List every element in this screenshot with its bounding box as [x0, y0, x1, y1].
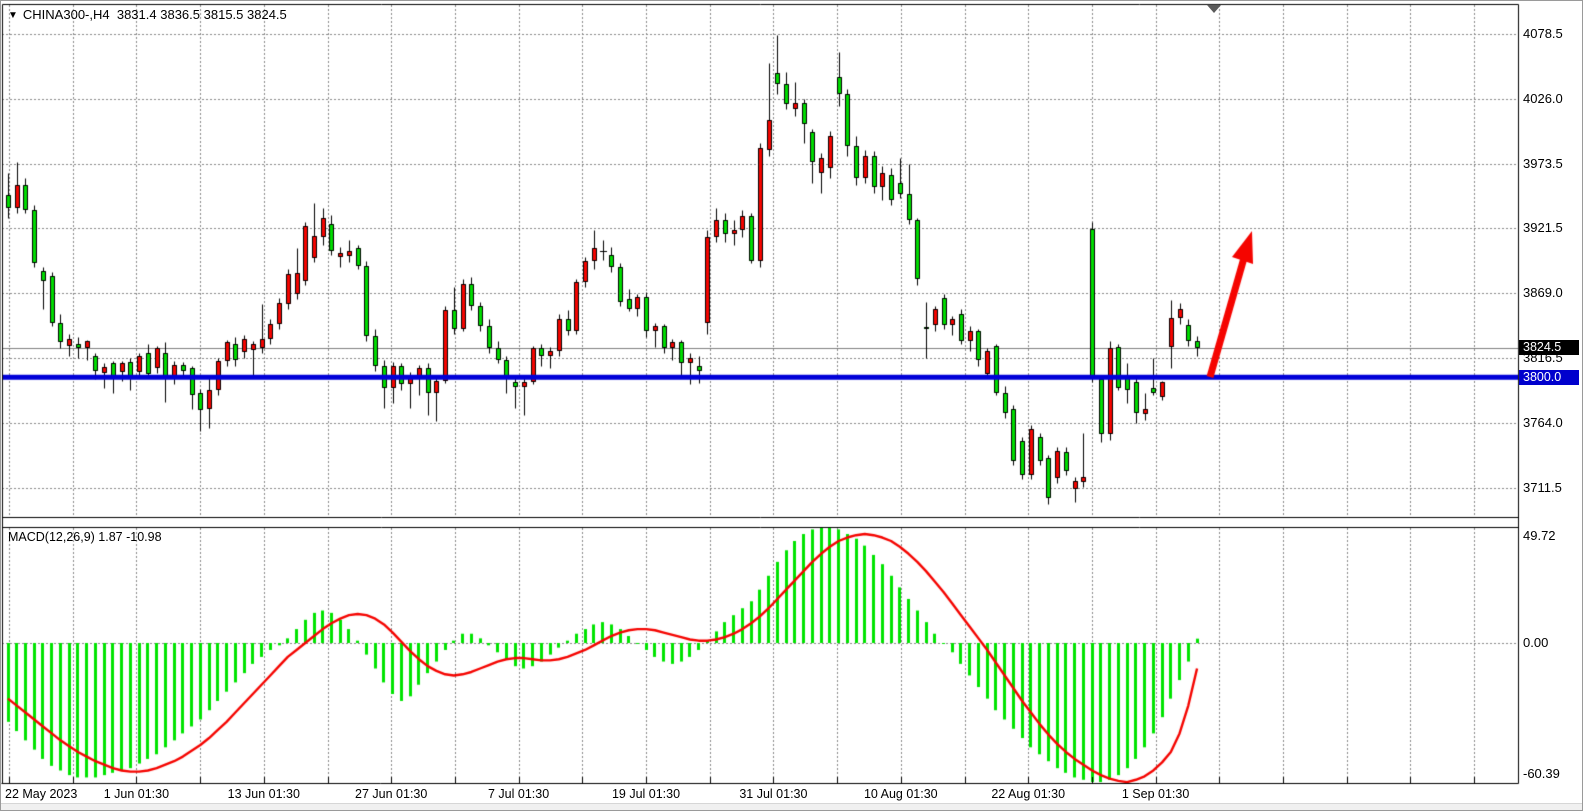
chart-window: ▼ CHINA300-,H4 3831.4 3836.5 3815.5 3824.… — [0, 0, 1583, 811]
time-axis-label: 13 Jun 01:30 — [228, 787, 300, 801]
ohlc-high: 3836.5 — [160, 7, 200, 22]
ohlc-close: 3824.5 — [247, 7, 287, 22]
macd-axis-label: 49.72 — [1523, 528, 1556, 543]
time-axis-label: 22 Aug 01:30 — [991, 787, 1065, 801]
price-axis-label: 3973.5 — [1523, 156, 1563, 171]
symbol-period-label: CHINA300-,H4 — [23, 7, 110, 22]
price-axis-label: 3869.0 — [1523, 285, 1563, 300]
chart-shift-marker-icon[interactable] — [1207, 5, 1221, 13]
window-bottom-strip — [1, 803, 1583, 811]
time-axis-label: 27 Jun 01:30 — [355, 787, 427, 801]
price-axis-label: 3921.5 — [1523, 220, 1563, 235]
time-axis-label: 22 May 2023 — [5, 787, 77, 801]
macd-axis-label: 0.00 — [1523, 635, 1548, 650]
time-axis-label: 19 Jul 01:30 — [612, 787, 680, 801]
macd-indicator-label: MACD(12,26,9) 1.87 -10.98 — [8, 530, 162, 544]
current-price-badge: 3824.5 — [1519, 340, 1579, 355]
ohlc-low: 3815.5 — [204, 7, 244, 22]
price-axis-label: 3764.0 — [1523, 415, 1563, 430]
symbol-dropdown-icon[interactable]: ▼ — [8, 10, 18, 21]
macd-axis-label: -60.39 — [1523, 766, 1560, 781]
time-axis-label: 1 Sep 01:30 — [1122, 787, 1189, 801]
support-line-price-badge: 3800.0 — [1519, 370, 1579, 385]
time-axis-label: 31 Jul 01:30 — [739, 787, 807, 801]
time-axis-label: 7 Jul 01:30 — [488, 787, 549, 801]
time-axis-label: 1 Jun 01:30 — [104, 787, 169, 801]
price-chart-canvas[interactable] — [1, 1, 1583, 811]
price-axis-label: 4026.0 — [1523, 91, 1563, 106]
ohlc-open: 3831.4 — [117, 7, 157, 22]
price-axis-label: 4078.5 — [1523, 26, 1563, 41]
price-axis-label: 3711.5 — [1523, 480, 1562, 495]
chart-title: ▼ CHINA300-,H4 3831.4 3836.5 3815.5 3824.… — [8, 7, 287, 22]
time-axis-label: 10 Aug 01:30 — [864, 787, 938, 801]
